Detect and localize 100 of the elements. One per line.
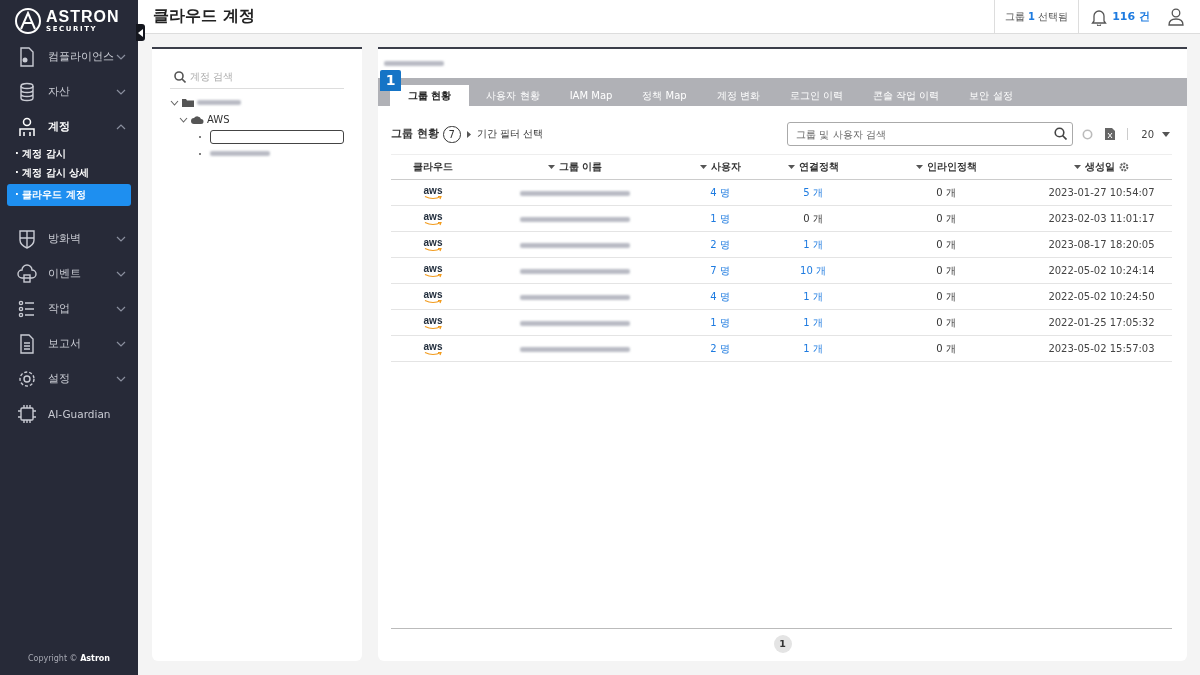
logo-name: ASTRON: [46, 9, 120, 25]
table-cell[interactable]: 1 명: [675, 205, 765, 232]
table-cell: 0 개: [861, 231, 1031, 258]
spreadsheet-icon: [1105, 128, 1116, 140]
smile-arrow-icon: [424, 196, 442, 200]
caret-icon: [466, 130, 471, 138]
refresh-icon: [1082, 128, 1094, 140]
column-header[interactable]: 인라인정책: [915, 160, 977, 174]
aws-logo: aws: [423, 290, 443, 304]
column-header[interactable]: 클라우드: [413, 160, 453, 174]
aws-logo: aws: [423, 264, 443, 278]
caret-icon: [1162, 131, 1170, 137]
table-cell[interactable]: 4 명: [675, 179, 765, 206]
copyright-text: Copyright © Astron: [26, 654, 112, 665]
page-title: 클라우드 계정: [153, 6, 256, 27]
cloud-icon: [191, 115, 204, 124]
chevron-down-icon: [116, 305, 126, 312]
filter-toggle[interactable]: 기간 필터 선택: [466, 127, 543, 141]
search-icon: [174, 71, 186, 83]
nav-item[interactable]: 자산: [0, 74, 138, 109]
table-cell[interactable]: 4 명: [675, 283, 765, 310]
nav-item[interactable]: 이벤트: [0, 256, 138, 291]
tree-node[interactable]: AWS: [207, 114, 230, 125]
shield-icon: [16, 227, 38, 250]
search-icon: [1054, 127, 1068, 140]
table-cell: 2023-08-17 18:20:05: [1031, 231, 1172, 258]
table-cell[interactable]: 7 명: [675, 257, 765, 284]
chevron-down-icon: [116, 375, 126, 382]
tab[interactable]: 그룹 현황: [390, 85, 470, 106]
section-title: 그룹 현황: [391, 127, 439, 141]
smile-arrow-icon: [424, 352, 442, 356]
aws-logo: aws: [423, 186, 443, 200]
smile-arrow-icon: [424, 274, 442, 278]
smile-arrow-icon: [424, 326, 442, 330]
nav-subitem[interactable]: · 계정 감시: [7, 144, 131, 163]
table-cell: 2022-05-02 10:24:14: [1031, 257, 1172, 284]
nav-item[interactable]: 컴플라이언스: [0, 39, 138, 74]
sort-icon: [1074, 165, 1081, 170]
column-header[interactable]: 그룹 이름: [547, 160, 603, 174]
sort-icon: [787, 165, 795, 170]
chip-icon: [16, 402, 38, 425]
table-cell: 0 개: [861, 205, 1031, 232]
table-cell[interactable]: 1 명: [675, 309, 765, 336]
table-cell[interactable]: 1 개: [765, 335, 861, 362]
aws-logo: aws: [423, 212, 443, 226]
gear-icon: [1119, 162, 1129, 173]
aws-logo: aws: [423, 342, 443, 356]
table-cell[interactable]: 2 명: [675, 335, 765, 362]
nav-item[interactable]: 보고서: [0, 326, 138, 361]
step-badge: 1: [380, 70, 401, 91]
nav-item[interactable]: 설정: [0, 361, 138, 396]
bell-icon: [1091, 7, 1108, 26]
logo-icon: [15, 8, 41, 34]
selection-status: 그룹 1 선택됨: [993, 0, 1080, 34]
chevron-up-icon: [116, 123, 126, 130]
table-cell: 0 개: [861, 335, 1031, 362]
nav-item[interactable]: 계정: [0, 109, 138, 144]
chevron-down-icon: [116, 340, 126, 347]
table-cell: 0 개: [765, 205, 861, 232]
table-cell: 0 개: [861, 309, 1031, 336]
smile-arrow-icon: [424, 248, 442, 252]
sort-icon: [547, 165, 555, 170]
user-icon: [1168, 7, 1184, 26]
redacted-text[interactable]: [210, 129, 344, 144]
table-cell[interactable]: 2 명: [675, 231, 765, 258]
table-cell[interactable]: 5 개: [765, 179, 861, 206]
chevron-down-icon: [116, 53, 126, 60]
page-size-select[interactable]: 20: [1137, 128, 1172, 140]
table-cell: 2023-01-27 10:54:07: [1031, 179, 1172, 206]
search-field[interactable]: 그룹 및 사용자 검색: [787, 122, 1074, 146]
folder-icon: [182, 98, 194, 107]
table-cell: 2023-02-03 11:01:17: [1031, 205, 1172, 232]
table-cell: 2022-01-25 17:05:32: [1031, 309, 1172, 336]
page-button[interactable]: 1: [773, 635, 792, 653]
aws-logo: aws: [423, 238, 443, 252]
table-cell[interactable]: 1 개: [765, 231, 861, 258]
column-header[interactable]: 연결정책: [787, 160, 839, 174]
cloud-icon: [16, 262, 38, 285]
nav-item[interactable]: AI-Guardian: [0, 396, 138, 431]
table-cell: 2023-05-02 15:57:03: [1031, 335, 1172, 362]
collapse-handle[interactable]: [136, 24, 145, 41]
column-header[interactable]: 사용자: [699, 160, 741, 174]
table-cell: 2022-05-02 10:24:50: [1031, 283, 1172, 310]
nav-item[interactable]: 방화벽: [0, 221, 138, 256]
table-cell: 0 개: [861, 179, 1031, 206]
table-cell[interactable]: 1 개: [765, 283, 861, 310]
notifications-button[interactable]: 116 건: [1079, 7, 1160, 26]
column-header[interactable]: 생성일: [1074, 160, 1129, 174]
nav-item[interactable]: 작업: [0, 291, 138, 326]
aws-logo: aws: [423, 316, 443, 330]
chevron-down-icon: [116, 270, 126, 277]
table-cell: 0 개: [861, 283, 1031, 310]
table-cell[interactable]: 10 개: [765, 257, 861, 284]
table-cell[interactable]: 1 개: [765, 309, 861, 336]
user-icon: [16, 115, 38, 138]
chevron-down-icon: [116, 88, 126, 95]
smile-arrow-icon: [424, 222, 442, 226]
sort-icon: [915, 165, 923, 170]
table-cell: 0 개: [861, 257, 1031, 284]
nav-subitem[interactable]: · 계정 감시 상세: [7, 163, 131, 182]
